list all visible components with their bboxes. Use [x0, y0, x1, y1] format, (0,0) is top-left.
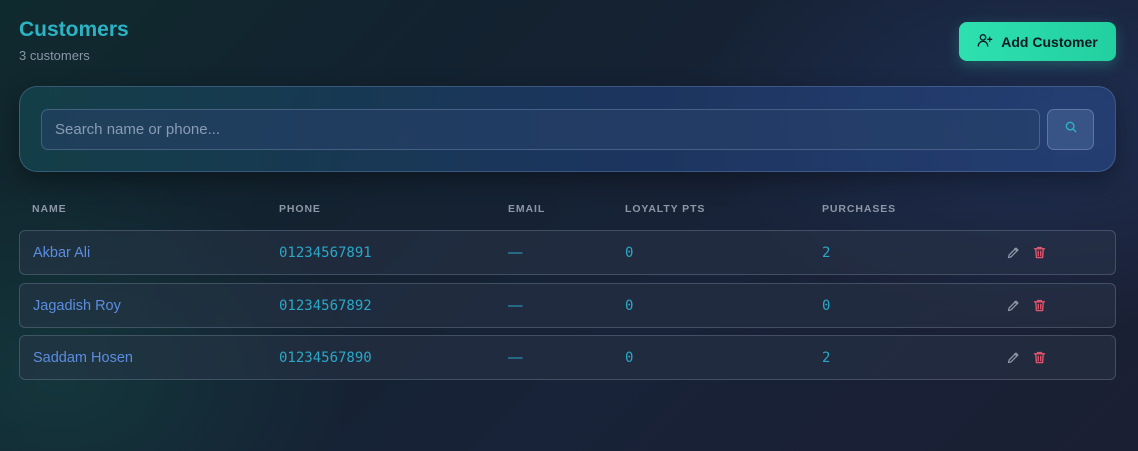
- search-panel: [19, 86, 1116, 172]
- page-title: Customers: [19, 18, 129, 41]
- pencil-icon[interactable]: [1005, 350, 1021, 366]
- customer-loyalty: 0: [625, 297, 634, 314]
- search-icon: [1064, 120, 1078, 139]
- customer-loyalty: 0: [625, 349, 634, 366]
- customer-email: —: [508, 349, 523, 366]
- customer-loyalty: 0: [625, 244, 634, 261]
- customer-name[interactable]: Jagadish Roy: [33, 284, 121, 327]
- add-customer-label: Add Customer: [1001, 33, 1098, 50]
- search-button[interactable]: [1047, 109, 1094, 150]
- add-customer-button[interactable]: Add Customer: [959, 22, 1116, 61]
- table-row: Akbar Ali 01234567891 — 0 2: [19, 230, 1116, 275]
- customer-phone: 01234567891: [279, 244, 372, 261]
- table-row: Jagadish Roy 01234567892 — 0 0: [19, 283, 1116, 328]
- search-input[interactable]: [41, 109, 1040, 150]
- customer-count: 3 customers: [19, 48, 90, 63]
- pencil-icon[interactable]: [1005, 245, 1021, 261]
- column-header-loyalty: LOYALTY PTS: [625, 203, 706, 215]
- column-header-email: EMAIL: [508, 203, 546, 215]
- customer-phone: 01234567890: [279, 349, 372, 366]
- trash-icon[interactable]: [1031, 245, 1047, 261]
- customer-phone: 01234567892: [279, 297, 372, 314]
- customer-name[interactable]: Akbar Ali: [33, 231, 90, 274]
- customer-email: —: [508, 244, 523, 261]
- customer-email: —: [508, 297, 523, 314]
- pencil-icon[interactable]: [1005, 298, 1021, 314]
- trash-icon[interactable]: [1031, 298, 1047, 314]
- customer-purchases: 2: [822, 244, 831, 261]
- customer-purchases: 0: [822, 297, 831, 314]
- customer-name[interactable]: Saddam Hosen: [33, 336, 133, 379]
- user-plus-icon: [977, 32, 993, 51]
- column-header-purchases: PURCHASES: [822, 203, 897, 215]
- trash-icon[interactable]: [1031, 350, 1047, 366]
- customer-purchases: 2: [822, 349, 831, 366]
- column-header-phone: PHONE: [279, 203, 321, 215]
- column-header-name: NAME: [32, 203, 67, 215]
- table-row: Saddam Hosen 01234567890 — 0 2: [19, 335, 1116, 380]
